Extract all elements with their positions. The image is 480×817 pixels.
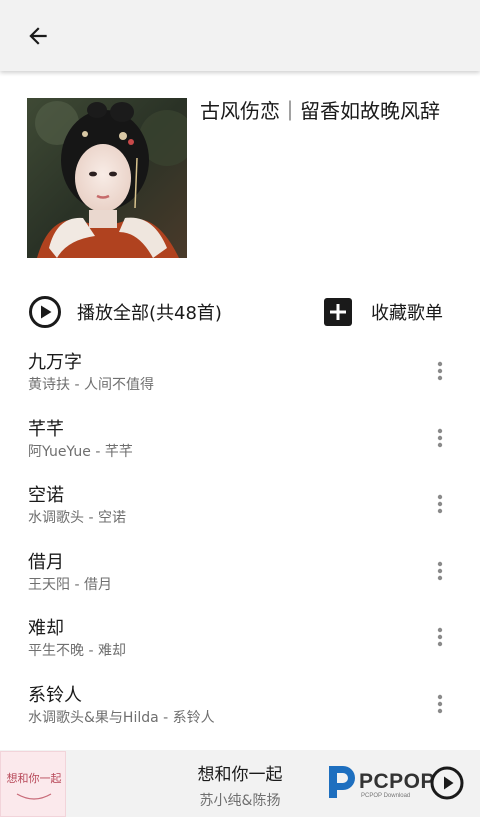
arrow-left-icon: [29, 27, 47, 45]
more-options-button[interactable]: [426, 622, 454, 652]
more-vert-icon: [437, 694, 443, 713]
more-vert-icon: [437, 627, 443, 647]
watermark-subtext: PCPOP Download: [361, 793, 411, 799]
song-title: 系铃人: [28, 684, 82, 706]
song-item[interactable]: 九万字 黄诗扶 - 人间不值得: [0, 338, 480, 405]
song-artist-album: 水调歌头 - 空诺: [28, 510, 126, 526]
playlist-title: 古风伤恋｜留香如故晚风辞: [200, 99, 440, 123]
more-vert-icon: [437, 361, 443, 381]
song-artist-album: 水调歌头&果与Hilda - 系铃人: [28, 709, 215, 726]
song-item[interactable]: 系铃人 水调歌头&果与Hilda - 系铃人: [0, 671, 480, 738]
song-title: 难却: [28, 618, 64, 639]
play-circle-outline-icon: [430, 766, 464, 800]
more-options-button[interactable]: [426, 689, 454, 719]
more-vert-icon: [437, 561, 443, 580]
more-vert-icon: [437, 494, 443, 514]
pcpop-logo-icon: [329, 766, 355, 798]
song-item[interactable]: 芊芊 阿YueYue - 芊芊: [0, 405, 480, 472]
more-options-button[interactable]: [426, 556, 454, 586]
song-artist-album: 阿YueYue - 芊芊: [28, 443, 133, 460]
song-list: 九万字 黄诗扶 - 人间不值得 芊芊 阿YueYue - 芊芊 空诺 水调歌头 …: [0, 338, 480, 737]
play-all-label: 播放全部(共48首): [77, 303, 222, 324]
song-title: 借月: [28, 551, 64, 573]
collect-playlist-label: 收藏歌单: [371, 303, 443, 324]
more-options-button[interactable]: [426, 356, 454, 386]
play-circle-icon: [29, 296, 61, 328]
more-options-button[interactable]: [426, 489, 454, 519]
collect-playlist-button[interactable]: 收藏歌单: [323, 295, 443, 329]
playlist-actions: 播放全部(共48首) 收藏歌单: [0, 283, 480, 341]
song-artist-album: 王天阳 - 借月: [28, 576, 112, 593]
top-app-bar: [0, 0, 480, 71]
play-pause-button[interactable]: [430, 766, 464, 800]
song-item[interactable]: 空诺 水调歌头 - 空诺: [0, 471, 480, 538]
playlist-cover-image: [27, 98, 187, 258]
play-all-button[interactable]: 播放全部(共48首): [28, 295, 222, 329]
song-artist-album: 平生不晚 - 难却: [28, 643, 126, 659]
back-button[interactable]: [18, 16, 58, 56]
more-options-button[interactable]: [426, 423, 454, 453]
playlist-header: 古风伤恋｜留香如故晚风辞: [0, 71, 480, 281]
song-item[interactable]: 难却 平生不晚 - 难却: [0, 604, 480, 671]
song-item[interactable]: 借月 王天阳 - 借月: [0, 538, 480, 605]
watermark-text: PCPOP: [359, 770, 436, 793]
mini-player[interactable]: 想和你一起 想和你一起 苏小纯&陈扬 PCPOP PCPOP Download: [0, 750, 480, 817]
song-title: 空诺: [28, 485, 64, 506]
song-artist-album: 黄诗扶 - 人间不值得: [28, 377, 154, 393]
song-title: 九万字: [28, 352, 82, 373]
song-title: 芊芊: [28, 418, 64, 440]
add-box-icon: [324, 298, 352, 326]
more-vert-icon: [437, 428, 443, 447]
